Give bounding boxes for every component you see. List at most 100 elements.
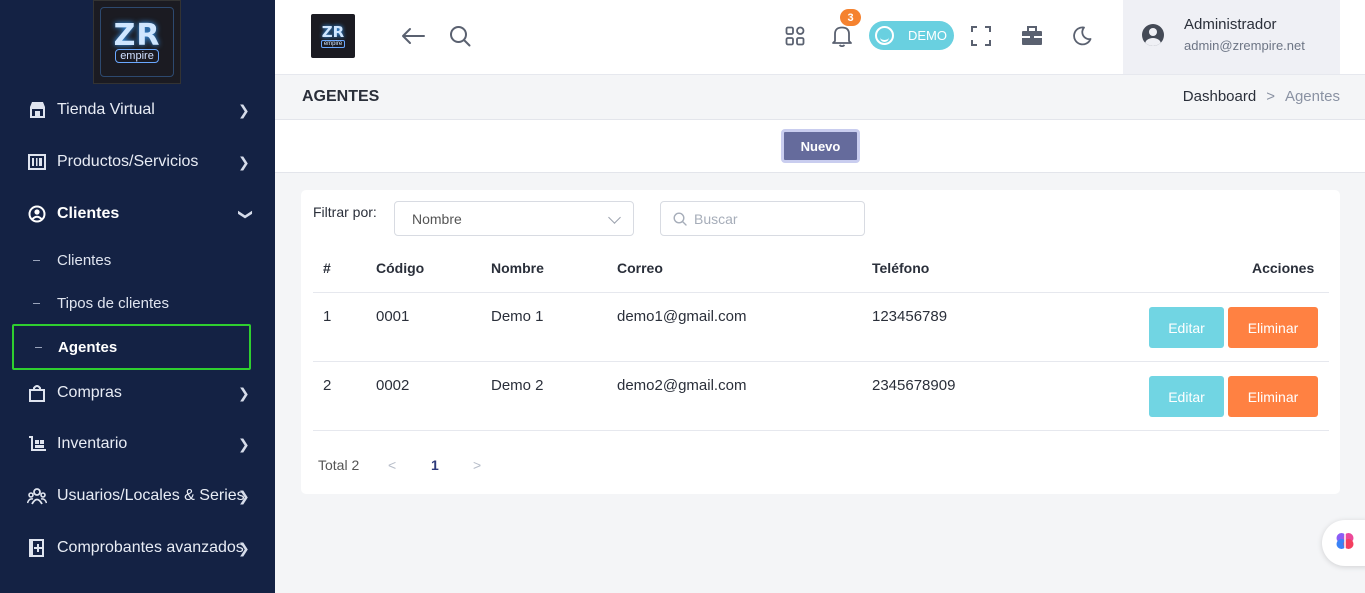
demo-badge[interactable]: DEMO xyxy=(869,21,954,50)
sidebar: ZR empire Tienda Virtual ❯ Productos/Ser… xyxy=(0,0,275,593)
new-agent-button[interactable]: Nuevo xyxy=(781,129,860,163)
column-header-actions: Acciones xyxy=(1252,260,1315,276)
sidebar-item-productos-servicios[interactable]: Productos/Servicios ❯ xyxy=(0,142,275,182)
cell-email: demo2@gmail.com xyxy=(617,377,747,394)
sidebar-subitem-tipos-de-clientes[interactable]: Tipos de clientes xyxy=(0,285,275,321)
avatar xyxy=(1142,24,1164,46)
chevron-right-icon: ❯ xyxy=(238,101,250,118)
table-row: 2 0002 Demo 2 demo2@gmail.com 2345678909… xyxy=(313,363,1329,431)
chevron-down-icon xyxy=(608,211,621,224)
logo-subtext: empire xyxy=(115,49,159,63)
moon-icon[interactable] xyxy=(1068,22,1096,50)
sidebar-item-usuarios-locales-series[interactable]: Usuarios/Locales & Series ❯ xyxy=(0,476,275,516)
dash-icon xyxy=(35,346,42,348)
pagination-next-button[interactable]: > xyxy=(473,457,481,473)
user-name: Administrador xyxy=(1184,16,1277,33)
search-input[interactable] xyxy=(694,209,854,229)
user-circle-icon xyxy=(27,204,47,224)
sidebar-item-compras[interactable]: Compras ❯ xyxy=(0,373,275,413)
logo-text: ZR xyxy=(113,18,161,53)
user-email: admin@zrempire.net xyxy=(1184,38,1305,53)
sidebar-subitem-label: Agentes xyxy=(58,338,118,356)
search-field[interactable] xyxy=(660,201,865,236)
brain-icon xyxy=(1334,530,1356,557)
sidebar-item-clientes[interactable]: Clientes ❯ xyxy=(0,194,275,234)
search-icon[interactable] xyxy=(446,22,474,50)
filter-select[interactable]: Nombre xyxy=(394,201,634,236)
edit-button[interactable]: Editar xyxy=(1149,307,1224,348)
delete-button[interactable]: Eliminar xyxy=(1228,307,1318,348)
sidebar-subitem-label: Tipos de clientes xyxy=(57,294,170,312)
chevron-right-icon: ❯ xyxy=(238,384,250,401)
briefcase-icon[interactable] xyxy=(1018,22,1046,50)
logo-text: ZR xyxy=(321,22,345,41)
logo-subtext: empire xyxy=(320,39,346,48)
barcode-icon xyxy=(27,152,47,172)
sidebar-item-label: Comprobantes avanzados xyxy=(57,539,244,556)
topbar-logo[interactable]: ZR empire xyxy=(311,14,355,58)
column-header-number: # xyxy=(323,260,331,276)
pagination-total: Total 2 xyxy=(318,457,360,473)
edit-button[interactable]: Editar xyxy=(1149,376,1224,417)
cell-phone: 2345678909 xyxy=(872,377,956,394)
warehouse-icon xyxy=(27,434,47,454)
dash-icon xyxy=(33,302,40,304)
cell-code: 0001 xyxy=(376,308,410,325)
column-header-email: Correo xyxy=(617,260,663,276)
breadcrumb-current: Agentes xyxy=(1284,88,1340,105)
sidebar-item-label: Tienda Virtual xyxy=(57,101,155,118)
topbar: ZR empire 3 DEMO Administrador admin@zre… xyxy=(275,0,1365,75)
sidebar-item-comprobantes-avanzados[interactable]: Comprobantes avanzados ❯ xyxy=(0,528,275,568)
sidebar-item-tienda-virtual[interactable]: Tienda Virtual ❯ xyxy=(0,90,275,130)
users-icon xyxy=(27,486,47,506)
pagination-prev-button[interactable]: < xyxy=(388,457,396,473)
breadcrumb-separator: > xyxy=(1266,88,1275,105)
pagination: Total 2 < 1 > xyxy=(318,457,618,477)
back-arrow-icon[interactable] xyxy=(399,22,427,50)
sidebar-item-label: Clientes xyxy=(57,205,120,222)
table-header: # Código Nombre Correo Teléfono Acciones xyxy=(313,247,1329,293)
cell-email: demo1@gmail.com xyxy=(617,308,747,325)
cell-number: 1 xyxy=(323,308,332,325)
chevron-right-icon: ❯ xyxy=(238,435,250,452)
search-icon xyxy=(673,212,687,226)
table-row: 1 0001 Demo 1 demo1@gmail.com 123456789 … xyxy=(313,294,1329,362)
sidebar-subitem-clientes[interactable]: Clientes xyxy=(0,242,275,278)
action-bar: Nuevo xyxy=(275,120,1365,173)
fullscreen-icon[interactable] xyxy=(967,22,995,50)
cell-name: Demo 2 xyxy=(491,377,544,394)
smile-icon xyxy=(875,26,894,45)
demo-label: DEMO xyxy=(908,28,947,43)
notification-badge: 3 xyxy=(840,9,861,26)
user-menu[interactable]: Administrador admin@zrempire.net xyxy=(1123,0,1340,74)
cell-code: 0002 xyxy=(376,377,410,394)
cell-name: Demo 1 xyxy=(491,308,544,325)
sidebar-subitem-agentes[interactable]: Agentes xyxy=(12,324,251,370)
cell-phone: 123456789 xyxy=(872,308,948,325)
cell-number: 2 xyxy=(323,377,332,394)
filter-select-value: Nombre xyxy=(412,211,462,227)
delete-button[interactable]: Eliminar xyxy=(1228,376,1318,417)
pagination-page[interactable]: 1 xyxy=(431,457,439,473)
apps-grid-icon[interactable] xyxy=(781,22,809,50)
bag-icon xyxy=(27,383,47,403)
sidebar-item-label: Inventario xyxy=(57,435,128,452)
document-plus-icon xyxy=(27,538,47,558)
filter-label: Filtrar por: xyxy=(313,204,377,220)
chevron-right-icon: ❯ xyxy=(238,153,250,170)
brand-logo[interactable]: ZR empire xyxy=(93,0,181,84)
bell-icon[interactable] xyxy=(828,22,856,50)
chevron-right-icon: ❯ xyxy=(238,539,250,556)
dash-icon xyxy=(33,259,40,261)
breadcrumb-dashboard[interactable]: Dashboard xyxy=(1183,88,1256,105)
chevron-down-icon: ❯ xyxy=(238,208,255,220)
page-header: AGENTES Dashboard > Agentes xyxy=(275,75,1365,120)
agents-card: Filtrar por: Nombre # Código Nombre Corr… xyxy=(301,190,1340,494)
store-icon xyxy=(27,100,47,120)
sidebar-item-inventario[interactable]: Inventario ❯ xyxy=(0,424,275,464)
page-title: AGENTES xyxy=(302,88,380,105)
assistant-button[interactable] xyxy=(1322,520,1365,566)
sidebar-item-label: Productos/Servicios xyxy=(57,153,199,170)
column-header-phone: Teléfono xyxy=(872,260,930,276)
chevron-right-icon: ❯ xyxy=(238,487,250,504)
